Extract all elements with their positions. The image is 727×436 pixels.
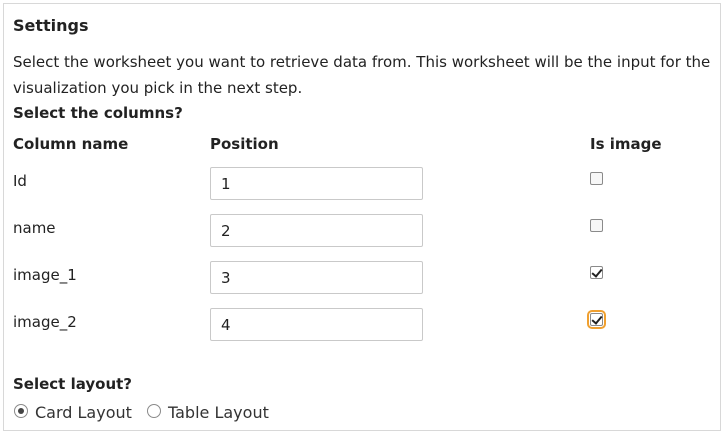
position-input[interactable]: [210, 167, 423, 200]
position-input[interactable]: [210, 308, 423, 341]
settings-description: Select the worksheet you want to retriev…: [13, 53, 711, 97]
is-image-checkbox[interactable]: [587, 310, 606, 329]
column-name-header: Column name: [13, 135, 129, 153]
row-column-name: image_1: [13, 266, 77, 284]
is-image-checkbox[interactable]: [590, 219, 603, 232]
card-layout-label[interactable]: Card Layout: [35, 403, 132, 422]
layout-heading: Select layout?: [13, 375, 133, 393]
is-image-checkbox[interactable]: [590, 266, 603, 279]
row-column-name: name: [13, 219, 56, 237]
table-layout-label[interactable]: Table Layout: [168, 403, 269, 422]
settings-title: Settings: [13, 16, 89, 35]
row-column-name: Id: [13, 172, 27, 190]
position-input[interactable]: [210, 261, 423, 294]
table-layout-radio[interactable]: [147, 404, 161, 418]
is-image-header: Is image: [590, 135, 662, 153]
card-layout-radio[interactable]: [14, 404, 28, 418]
position-input[interactable]: [210, 214, 423, 247]
position-header: Position: [210, 135, 279, 153]
row-column-name: image_2: [13, 313, 77, 331]
is-image-checkbox[interactable]: [590, 172, 603, 185]
columns-heading: Select the columns?: [13, 104, 183, 122]
